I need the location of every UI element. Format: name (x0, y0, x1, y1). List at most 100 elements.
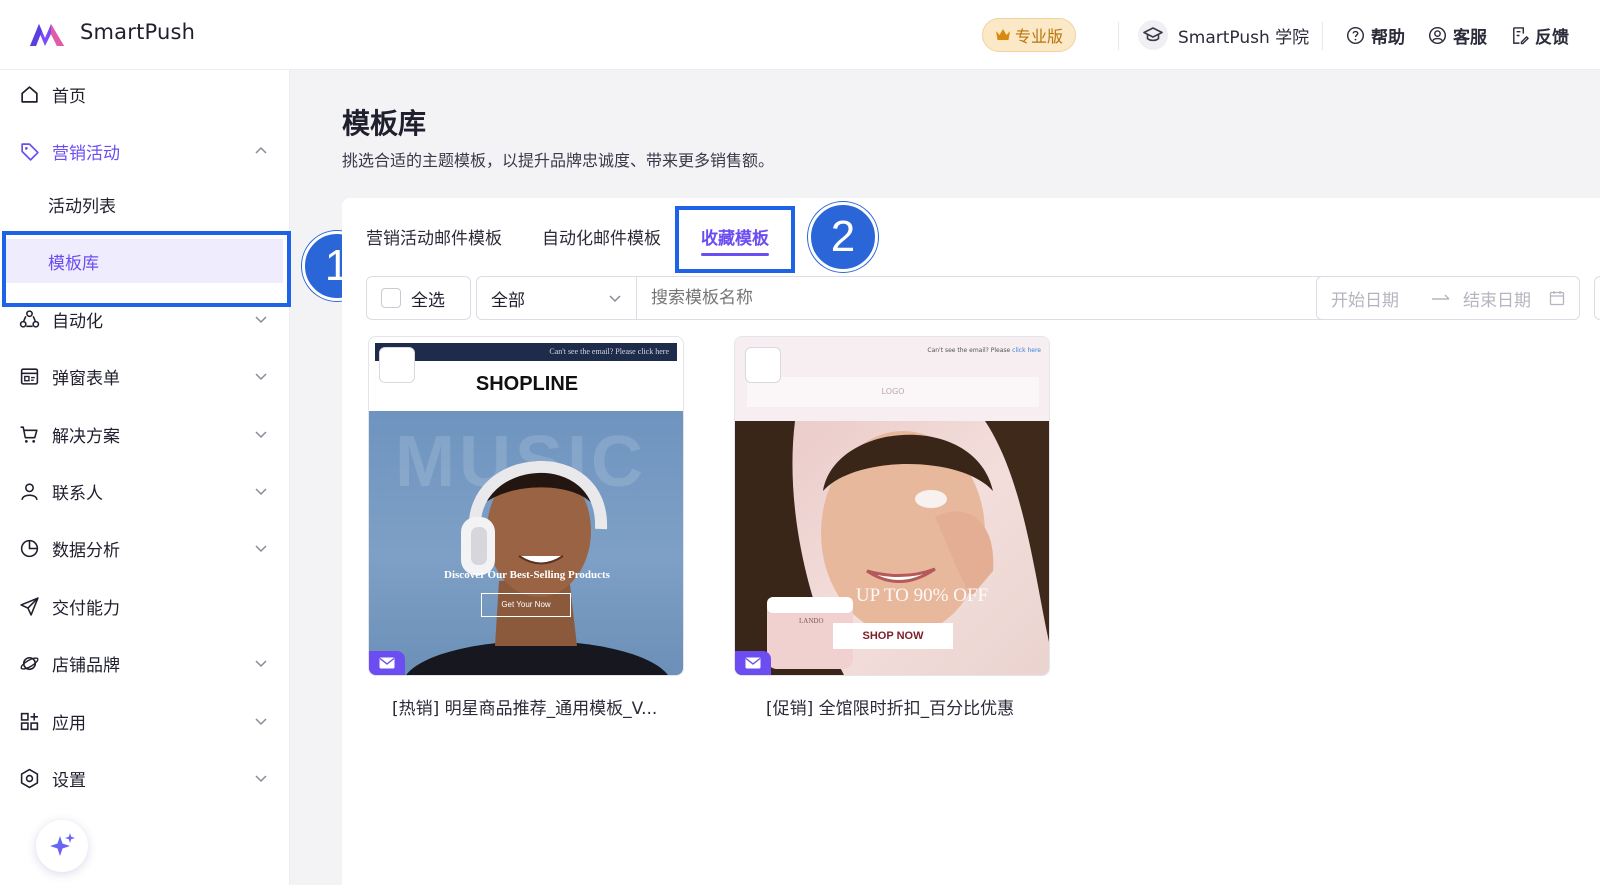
mail-type-badge (369, 651, 405, 675)
highlight-box-template-library (2, 231, 291, 307)
popup-form-icon (18, 365, 40, 387)
pie-chart-icon (18, 537, 40, 559)
academy-label: SmartPush 学院 (1178, 27, 1310, 48)
tab-campaign-templates[interactable]: 营销活动邮件模板 (366, 224, 502, 249)
sidebar-subitem-label: 活动列表 (48, 196, 116, 217)
start-date-field[interactable]: 开始日期 (1331, 286, 1399, 311)
chevron-down-icon (255, 545, 267, 553)
hero-headline: UP TO 90% OFF (855, 585, 989, 606)
academy-link[interactable]: SmartPush 学院 (1138, 17, 1309, 53)
sidebar-item-marketing[interactable]: 营销活动 (0, 129, 290, 173)
cart-icon (18, 423, 40, 445)
sidebar-item-solutions[interactable]: 解决方案 (0, 412, 290, 456)
automation-icon (18, 308, 40, 330)
step-badge-2: 2 (808, 202, 878, 272)
ai-assistant-button[interactable] (36, 820, 88, 872)
email-brand-logo: SHOPLINE (369, 361, 683, 407)
sidebar-item-contacts[interactable]: 联系人 (0, 469, 290, 513)
chevron-down-icon (255, 488, 267, 496)
sidebar-item-label: 设置 (52, 770, 86, 791)
chevron-down-icon (255, 660, 267, 668)
sidebar-item-popup-forms[interactable]: 弹窗表单 (0, 354, 290, 398)
sidebar-item-label: 店铺品牌 (52, 655, 120, 676)
chevron-down-icon (255, 718, 267, 726)
sidebar-item-label: 解决方案 (52, 426, 120, 447)
sidebar-item-label: 弹窗表单 (52, 368, 120, 389)
select-all-checkbox[interactable]: 全选 (366, 276, 471, 320)
sidebar-item-apps[interactable]: 应用 (0, 699, 290, 743)
sidebar-item-delivery[interactable]: 交付能力 (0, 584, 290, 628)
date-range-picker[interactable]: 开始日期 结束日期 (1316, 276, 1580, 320)
send-icon (18, 595, 40, 617)
sidebar-item-settings[interactable]: 设置 (0, 756, 290, 800)
plan-badge[interactable]: 专业版 (982, 18, 1076, 52)
sidebar-subitem-activity-list[interactable]: 活动列表 (0, 182, 290, 226)
sparkle-icon (50, 833, 75, 856)
person-with-headphones-image (406, 461, 668, 675)
help-link[interactable]: 帮助 (1346, 22, 1405, 48)
help-circle-icon (1346, 26, 1365, 44)
sidebar-item-store-brand[interactable]: 店铺品牌 (0, 641, 290, 685)
calendar-icon (1549, 291, 1565, 306)
hero-cta-button: SHOP NOW (833, 623, 953, 649)
help-label: 帮助 (1371, 27, 1405, 48)
sidebar-item-label: 联系人 (52, 483, 103, 504)
email-hero-image: UP TO 90% OFF LANDO SHOP NOW (735, 421, 1049, 675)
email-hero-image: MUSIC Discover Our Best-Selling Products… (369, 411, 683, 675)
service-label: 客服 (1453, 27, 1487, 48)
smartpush-logo-icon[interactable] (28, 20, 66, 48)
sidebar-item-label: 交付能力 (52, 598, 120, 619)
plan-label: 专业版 (1014, 27, 1063, 46)
apps-icon (18, 710, 40, 732)
checkbox-box[interactable] (381, 288, 401, 308)
sidebar-item-label: 营销活动 (52, 143, 120, 164)
planet-icon (18, 652, 40, 674)
template-card-title[interactable]: [促销] 全馆限时折扣_百分比优惠 (766, 694, 1014, 719)
email-topbar-link: click here (1012, 347, 1041, 354)
chevron-up-icon (255, 146, 267, 154)
card-checkbox[interactable] (379, 347, 415, 383)
app-name[interactable]: SmartPush (80, 20, 195, 44)
chevron-down-icon (255, 316, 267, 324)
chevron-down-icon (255, 373, 267, 381)
card-checkbox[interactable] (745, 347, 781, 383)
feedback-link[interactable]: 反馈 (1510, 22, 1569, 48)
sidebar-item-label: 应用 (52, 713, 86, 734)
type-select-value: 全部 (491, 290, 525, 311)
more-filter-edge[interactable] (1594, 276, 1600, 320)
customer-service-link[interactable]: 客服 (1428, 22, 1487, 48)
hero-cta-button: Get Your Now (481, 593, 571, 617)
sidebar-item-home[interactable]: 首页 (0, 72, 290, 116)
select-all-label: 全选 (411, 290, 445, 311)
email-header-area: Can't see the email? Please click here L… (735, 337, 1049, 421)
home-icon (18, 83, 40, 105)
sidebar-item-analytics[interactable]: 数据分析 (0, 526, 290, 570)
tab-automation-templates[interactable]: 自动化邮件模板 (542, 224, 661, 249)
settings-icon (18, 767, 40, 789)
arrow-right-icon (1432, 294, 1450, 300)
page-description: 挑选合适的主题模板，以提升品牌忠诚度、带来更多销售额。 (342, 151, 775, 170)
top-header: SmartPush 专业版 SmartPush 学院 帮助 客服 反馈 (0, 0, 1600, 70)
template-card[interactable]: Can't see the email? Please click here S… (368, 336, 684, 676)
template-card[interactable]: Can't see the email? Please click here L… (734, 336, 1050, 676)
type-select[interactable]: 全部 (491, 277, 637, 319)
chevron-down-icon (609, 295, 621, 303)
email-topbar-text: Can't see the email? Please click here (375, 343, 677, 361)
tag-icon (18, 140, 40, 162)
header-divider (1322, 22, 1323, 50)
product-jar-label: LANDO (799, 617, 824, 625)
mail-icon (745, 657, 761, 669)
graduation-cap-icon (1138, 20, 1168, 50)
sidebar-item-label: 数据分析 (52, 540, 120, 561)
sidebar: 首页 营销活动 活动列表 模板库 自动化 弹窗表单 解决方案 联系人 数据分析 … (0, 70, 290, 885)
email-topbar: Can't see the email? Please click here (927, 347, 1041, 354)
header-divider (1118, 22, 1119, 50)
feedback-icon (1513, 26, 1529, 44)
mail-icon (379, 657, 395, 669)
end-date-field[interactable]: 结束日期 (1463, 286, 1531, 311)
email-topbar-text: Can't see the email? Please (927, 347, 1011, 354)
highlight-box-favorite-tab (675, 206, 795, 273)
sidebar-item-label: 首页 (52, 86, 86, 107)
template-card-title[interactable]: [热销] 明星商品推荐_通用模板_V... (392, 694, 657, 719)
hero-headline: Discover Our Best-Selling Products (444, 569, 610, 581)
